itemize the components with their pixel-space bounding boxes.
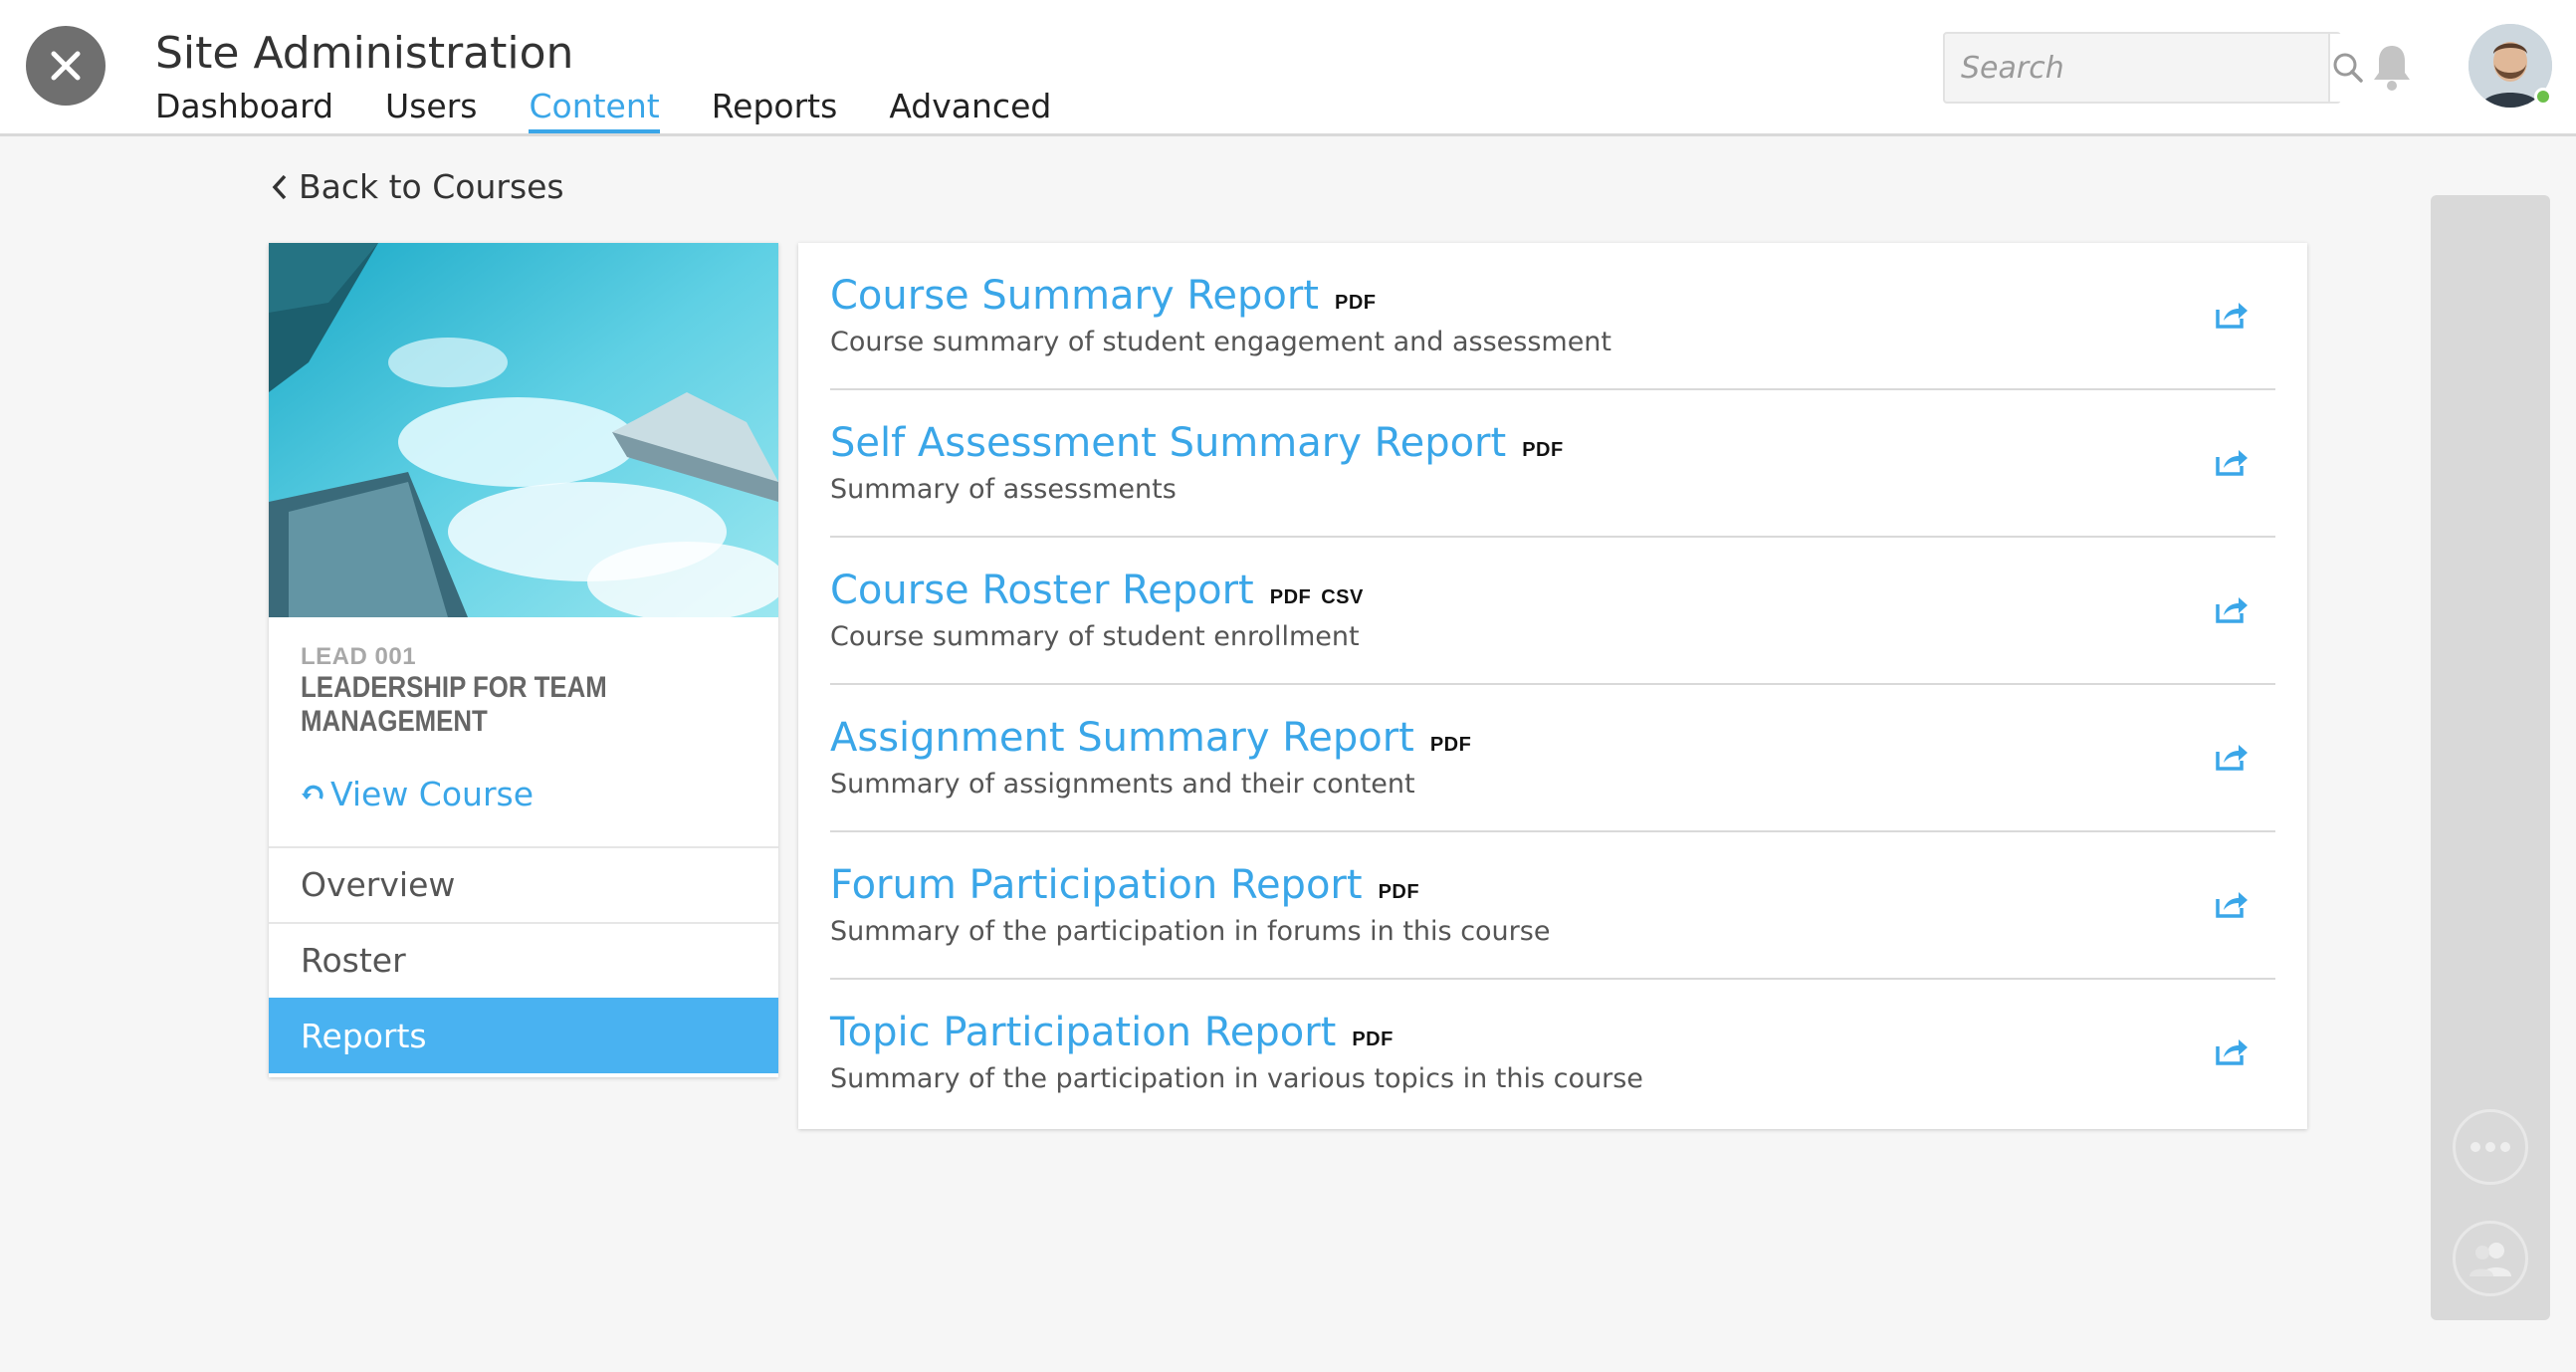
report-row: Course Summary Report PDF Course summary…: [830, 243, 2275, 390]
search-input[interactable]: [1945, 34, 2328, 102]
tab-users[interactable]: Users: [385, 86, 477, 133]
tab-reports[interactable]: Reports: [712, 86, 838, 133]
report-row: Course Roster Report PDF CSV Course summ…: [830, 538, 2275, 685]
export-button[interactable]: [2212, 295, 2252, 335]
report-link[interactable]: Forum Participation Report: [830, 862, 1363, 908]
side-item-reports[interactable]: Reports: [269, 998, 778, 1073]
report-description: Summary of assignments and their content: [830, 769, 1415, 800]
tab-advanced[interactable]: Advanced: [889, 86, 1051, 133]
more-icon: [2470, 1142, 2510, 1152]
search-icon: [2333, 53, 2363, 83]
report-description: Course summary of student engagement and…: [830, 327, 1612, 357]
more-button[interactable]: [2453, 1109, 2528, 1185]
course-side-menu: Overview Roster Reports: [269, 846, 778, 1073]
format-badge[interactable]: PDF: [1352, 1029, 1394, 1051]
people-icon: [2469, 1243, 2511, 1276]
report-row: Assignment Summary Report PDF Summary of…: [830, 685, 2275, 832]
export-button[interactable]: [2212, 442, 2252, 482]
report-description: Summary of the participation in forums i…: [830, 916, 1551, 947]
report-title: Course Summary Report PDF: [830, 273, 1376, 319]
reports-panel: Course Summary Report PDF Course summary…: [798, 243, 2307, 1129]
notifications-button[interactable]: [2367, 40, 2417, 94]
course-code: LEAD 001: [301, 643, 417, 670]
right-rail: [2431, 195, 2550, 1320]
report-description: Summary of assessments: [830, 474, 1177, 505]
app-title: Site Administration: [155, 28, 574, 79]
online-status-dot: [2534, 88, 2552, 106]
format-badge[interactable]: PDF: [1335, 292, 1377, 315]
course-image: [269, 243, 778, 617]
export-button[interactable]: [2212, 589, 2252, 629]
back-to-courses-link[interactable]: Back to Courses: [271, 167, 564, 206]
format-badge[interactable]: PDF: [1270, 586, 1312, 609]
report-link[interactable]: Assignment Summary Report: [830, 715, 1414, 761]
export-icon: [2216, 450, 2248, 476]
format-badge[interactable]: CSV: [1321, 586, 1364, 609]
side-item-overview[interactable]: Overview: [269, 846, 778, 922]
export-icon: [2216, 1039, 2248, 1065]
tab-content[interactable]: Content: [529, 86, 660, 133]
report-description: Summary of the participation in various …: [830, 1063, 1643, 1094]
main-nav: Dashboard Users Content Reports Advanced: [155, 86, 1103, 133]
view-course-label: View Course: [330, 775, 535, 813]
export-button[interactable]: [2212, 737, 2252, 777]
report-title: Assignment Summary Report PDF: [830, 715, 1471, 761]
refresh-icon: [302, 785, 323, 800]
search-box: [1943, 32, 2366, 104]
report-title: Forum Participation Report PDF: [830, 862, 1419, 908]
top-header: Site Administration Dashboard Users Cont…: [0, 0, 2576, 136]
format-badge[interactable]: PDF: [1430, 734, 1472, 757]
report-description: Course summary of student enrollment: [830, 621, 1360, 652]
export-button[interactable]: [2212, 1031, 2252, 1071]
report-link[interactable]: Self Assessment Summary Report: [830, 420, 1506, 466]
course-name: LEADERSHIP FOR TEAM MANAGEMENT: [301, 671, 607, 738]
side-item-roster[interactable]: Roster: [269, 922, 778, 998]
export-button[interactable]: [2212, 884, 2252, 924]
report-title: Self Assessment Summary Report PDF: [830, 420, 1564, 466]
export-icon: [2216, 303, 2248, 329]
search-button[interactable]: [2328, 34, 2366, 102]
bell-icon: [2374, 46, 2410, 91]
export-icon: [2216, 597, 2248, 623]
report-link[interactable]: Topic Participation Report: [830, 1010, 1336, 1055]
report-row: Topic Participation Report PDF Summary o…: [830, 980, 2275, 1127]
report-row: Forum Participation Report PDF Summary o…: [830, 832, 2275, 980]
course-card: LEAD 001 LEADERSHIP FOR TEAM MANAGEMENT …: [269, 243, 778, 1077]
report-title: Topic Participation Report PDF: [830, 1010, 1394, 1055]
view-course-link[interactable]: View Course: [301, 775, 534, 813]
export-icon: [2216, 745, 2248, 771]
export-icon: [2216, 892, 2248, 918]
report-row: Self Assessment Summary Report PDF Summa…: [830, 390, 2275, 538]
tab-dashboard[interactable]: Dashboard: [155, 86, 333, 133]
chevron-left-icon: [272, 174, 287, 199]
format-badge[interactable]: PDF: [1522, 439, 1564, 462]
report-link[interactable]: Course Roster Report: [830, 568, 1254, 613]
close-icon: [51, 51, 81, 81]
report-title: Course Roster Report PDF CSV: [830, 568, 1364, 613]
close-button[interactable]: [26, 26, 106, 106]
format-badge[interactable]: PDF: [1379, 881, 1420, 904]
people-button[interactable]: [2453, 1221, 2528, 1296]
report-link[interactable]: Course Summary Report: [830, 273, 1319, 319]
back-link-label: Back to Courses: [299, 167, 564, 206]
